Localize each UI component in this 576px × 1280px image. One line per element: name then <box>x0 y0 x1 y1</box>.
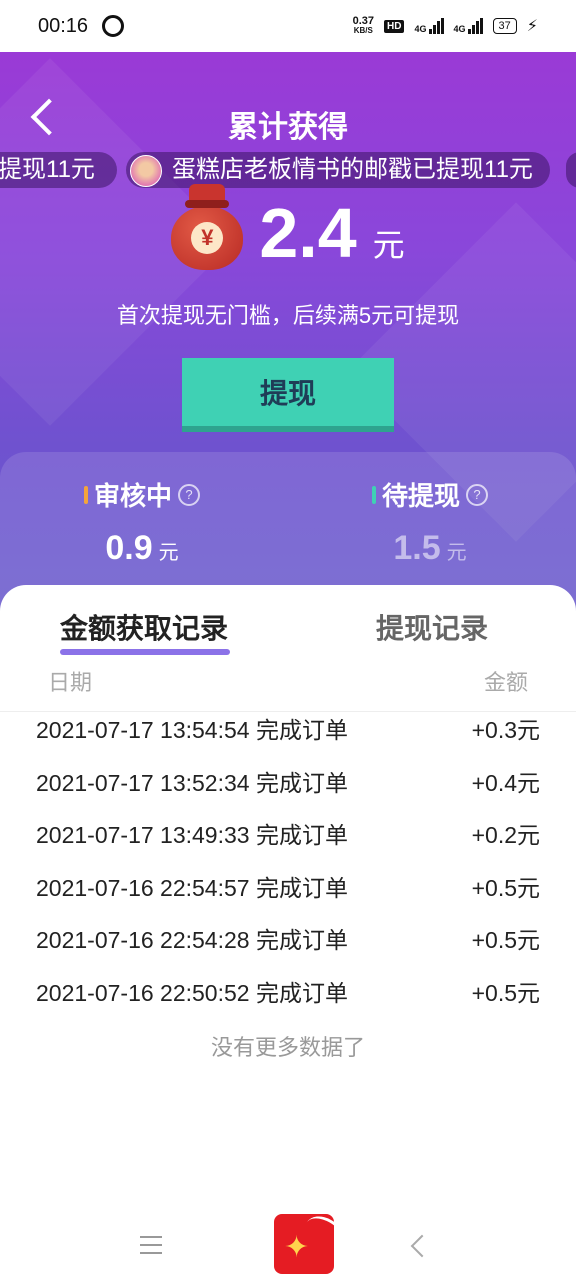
stat-value: 0.9 <box>105 529 153 567</box>
list-item: 2021-07-17 13:52:34 完成订单 +0.4元 <box>36 768 540 821</box>
stat-pending-withdraw: 待提现 ? 1.5 元 <box>310 476 550 568</box>
record-amount: +0.5元 <box>471 927 540 953</box>
record-amount: +0.4元 <box>471 769 540 796</box>
record-amount: +0.3元 <box>471 717 540 743</box>
tab-indicator <box>60 649 230 655</box>
record-desc: 2021-07-16 22:54:57 完成订单 <box>36 874 348 901</box>
list-item: 2021-07-16 22:54:57 完成订单 +0.5元 <box>36 873 540 926</box>
record-amount: +0.5元 <box>471 874 540 901</box>
hd-icon: HD <box>384 19 405 33</box>
help-icon[interactable]: ? <box>178 483 200 506</box>
record-desc: 2021-07-16 22:54:28 完成订单 <box>36 927 348 953</box>
list-item: 2021-07-17 13:49:33 完成订单 +0.2元 <box>36 820 540 873</box>
battery-icon: 37 <box>492 18 517 34</box>
signal-icon-2: 4G <box>454 18 483 34</box>
total-amount-unit: 元 <box>372 227 405 263</box>
stat-marker <box>371 485 376 504</box>
list-item: 2021-07-16 22:54:28 完成订单 +0.5元 <box>36 925 540 978</box>
records-list: 2021-07-17 13:54:54 完成订单 +0.3元 2021-07-1… <box>36 715 540 1062</box>
help-icon[interactable]: ? <box>466 483 488 506</box>
stat-value: 1.5 <box>393 529 441 567</box>
stat-marker <box>83 485 88 504</box>
stat-under-review: 审核中 ? 0.9 元 <box>22 476 262 568</box>
money-bag-icon: ¥ <box>171 184 244 270</box>
record-desc: 2021-07-17 13:54:54 完成订单 <box>36 717 348 743</box>
column-header-date: 日期 <box>48 670 93 695</box>
back-icon[interactable] <box>410 1234 434 1258</box>
list-item: 2021-07-16 22:50:52 完成订单 +0.5元 <box>36 978 540 1031</box>
no-more-data-text: 没有更多数据了 <box>210 1035 365 1060</box>
total-amount-value: 2.4 <box>259 194 357 272</box>
app-icon[interactable]: ✦ <box>274 1214 334 1274</box>
charging-icon: ⚡ <box>526 18 538 35</box>
network-speed: 0.37 KB/S <box>352 15 375 36</box>
status-bar: 00:16 0.37 KB/S HD 4G 4G 37 ⚡ <box>0 0 576 52</box>
record-desc: 2021-07-17 13:52:34 完成订单 <box>36 769 348 796</box>
records-panel: 金额获取记录 提现记录 日期 金额 2021-07-17 13:54:54 完成… <box>0 585 576 1225</box>
avatar <box>130 155 162 187</box>
list-item: 2021-07-17 13:54:54 完成订单 +0.3元 <box>36 715 540 768</box>
divider <box>0 711 576 712</box>
system-nav-bar: ✦ <box>0 1210 576 1280</box>
total-amount: ¥ 2.4 元 <box>0 184 576 270</box>
ticker-item: 蛋糕店老板情书的邮戳已提现11元 <box>126 152 550 188</box>
notification-icon <box>102 15 125 37</box>
earnings-hero: 累计获得 提现11元 蛋糕店老板情书的邮戳已提现11元 ¥ 2.4 元 首次提现… <box>0 52 576 612</box>
signal-icon: 4G <box>414 18 444 34</box>
page-title: 累计获得 <box>228 111 348 144</box>
record-amount: +0.2元 <box>471 822 540 848</box>
status-time: 00:16 <box>38 14 89 37</box>
record-desc: 2021-07-17 13:49:33 完成订单 <box>36 822 348 848</box>
star-icon: ✦ <box>284 1231 310 1264</box>
menu-icon[interactable] <box>140 1236 162 1260</box>
column-header-amount: 金额 <box>483 670 528 695</box>
ticker-item <box>566 152 576 188</box>
record-desc: 2021-07-16 22:50:52 完成订单 <box>36 979 348 1006</box>
record-amount: +0.5元 <box>471 979 540 1006</box>
withdraw-button[interactable]: 提现 <box>182 358 394 432</box>
withdraw-hint: 首次提现无门槛，后续满5元可提现 <box>116 303 460 328</box>
ticker-item: 提现11元 <box>0 152 117 188</box>
tab-withdraw-records[interactable]: 提现记录 <box>376 607 488 647</box>
tab-earnings-records[interactable]: 金额获取记录 <box>60 607 228 647</box>
